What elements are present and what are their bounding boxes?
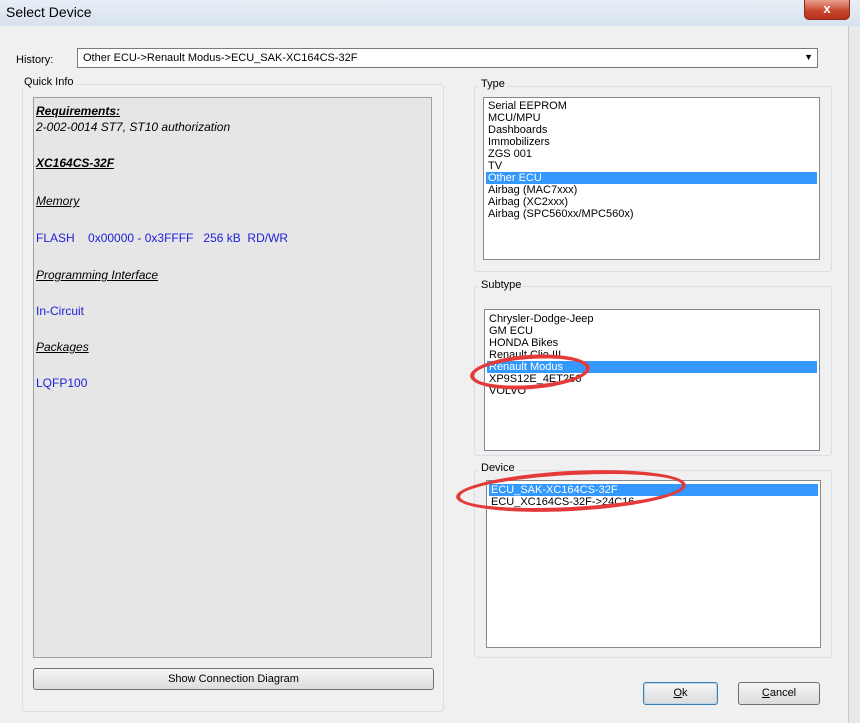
- ok-hotkey: O: [673, 687, 683, 699]
- window-title: Select Device: [6, 4, 92, 20]
- cancel-label: ancel: [769, 687, 797, 699]
- quick-info-label: Quick Info: [22, 76, 76, 88]
- close-button[interactable]: x: [804, 0, 850, 20]
- requirements-text: 2-002-0014 ST7, ST10 authorization: [36, 120, 231, 134]
- type-label: Type: [479, 78, 507, 90]
- type-list-item[interactable]: Other ECU: [486, 172, 817, 184]
- ok-label: k: [682, 687, 688, 699]
- ok-button[interactable]: Ok: [643, 682, 718, 705]
- memory-text: FLASH 0x00000 - 0x3FFFF 256 kB RD/WR: [36, 231, 289, 245]
- memory-heading: Memory: [36, 194, 80, 208]
- subtype-list[interactable]: Chrysler-Dodge-Jeep GM ECU HONDA Bikes Rena…: [484, 309, 820, 451]
- scrollbar[interactable]: [848, 26, 860, 723]
- quick-info-panel: Requirements: 2-002-0014 ST7, ST10 autho…: [33, 97, 432, 658]
- type-list-item[interactable]: Airbag (MAC7xxx): [486, 184, 817, 196]
- cancel-hotkey: C: [761, 687, 770, 699]
- type-list-item[interactable]: Dashboards: [486, 124, 817, 136]
- subtype-list-item[interactable]: XP9S12E_4ET256: [487, 373, 817, 385]
- interface-heading: Programming Interface: [36, 268, 159, 282]
- device-list-item[interactable]: ECU_SAK-XC164CS-32F: [489, 484, 818, 496]
- type-list-item[interactable]: Immobilizers: [486, 136, 817, 148]
- device-label: Device: [479, 462, 517, 474]
- chevron-down-icon[interactable]: ▼: [804, 52, 813, 62]
- type-list-item[interactable]: TV: [486, 160, 817, 172]
- history-dropdown[interactable]: Other ECU->Renault Modus->ECU_SAK-XC164C…: [77, 48, 818, 68]
- type-list-item[interactable]: ZGS 001: [486, 148, 817, 160]
- subtype-list-item[interactable]: Renault Clio III: [487, 349, 817, 361]
- type-list[interactable]: Serial EEPROM MCU/MPU Dashboards Immobilize…: [483, 97, 820, 260]
- requirements-heading: Requirements:: [36, 104, 121, 118]
- type-list-item[interactable]: Airbag (SPC560xx/MPC560x): [486, 208, 817, 220]
- history-label: History:: [16, 54, 54, 66]
- subtype-label: Subtype: [479, 279, 524, 291]
- interface-text: In-Circuit: [36, 304, 85, 318]
- subtype-list-item[interactable]: HONDA Bikes: [487, 337, 817, 349]
- packages-text: LQFP100: [36, 376, 88, 390]
- type-list-item[interactable]: MCU/MPU: [486, 112, 817, 124]
- type-list-item[interactable]: Serial EEPROM: [486, 100, 817, 112]
- chip-heading: XC164CS-32F: [36, 156, 115, 170]
- subtype-list-item[interactable]: VOLVO: [487, 385, 817, 397]
- show-connection-diagram-button[interactable]: Show Connection Diagram: [33, 668, 434, 690]
- select-device-window: Select Device x History: Other ECU->Rena…: [0, 0, 860, 723]
- title-bar: Select Device x: [0, 0, 860, 26]
- device-list-item[interactable]: ECU_XC164CS-32F->24C16: [489, 496, 818, 508]
- subtype-list-item[interactable]: GM ECU: [487, 325, 817, 337]
- close-icon: x: [823, 1, 831, 16]
- subtype-list-item[interactable]: Chrysler-Dodge-Jeep: [487, 313, 817, 325]
- history-value: Other ECU->Renault Modus->ECU_SAK-XC164C…: [83, 52, 358, 64]
- subtype-list-item[interactable]: Renault Modus: [487, 361, 817, 373]
- cancel-button[interactable]: Cancel: [738, 682, 820, 705]
- type-list-item[interactable]: Airbag (XC2xxx): [486, 196, 817, 208]
- packages-heading: Packages: [36, 340, 89, 354]
- device-list[interactable]: ECU_SAK-XC164CS-32F ECU_XC164CS-32F->24C1…: [486, 480, 821, 648]
